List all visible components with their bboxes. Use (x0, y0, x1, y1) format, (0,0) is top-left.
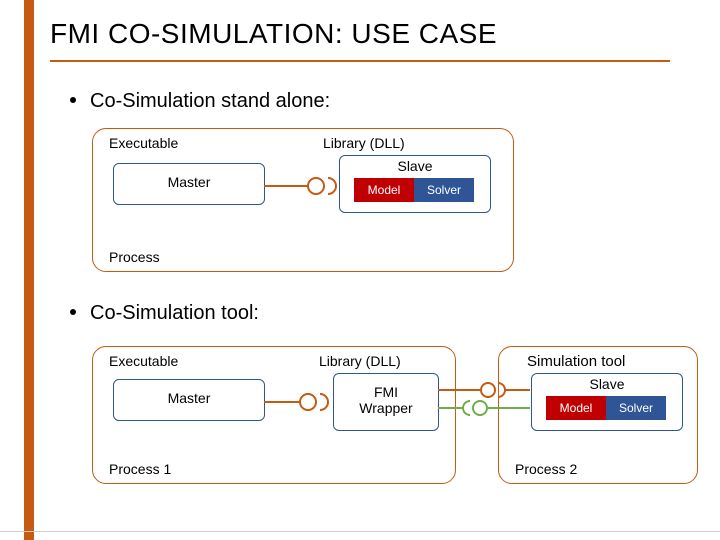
cell-solver: Solver (606, 396, 666, 420)
cell-model: Model (546, 396, 606, 420)
label-process2: Process 2 (515, 461, 577, 477)
slot-master: Master (113, 163, 265, 205)
row-model-solver: Model Solver (354, 178, 474, 202)
slot-slave-2: Slave Model Solver (531, 373, 683, 431)
cell-solver: Solver (414, 178, 474, 202)
label-library: Library (DLL) (319, 353, 401, 369)
bullet-dot (70, 309, 76, 315)
slot-fmi-wrapper: FMIWrapper (333, 373, 439, 431)
label-sim-tool: Simulation tool (527, 353, 625, 370)
side-accent-overlay (0, 0, 24, 540)
bullet-text: Co-Simulation stand alone: (90, 90, 330, 112)
slide: FMI CO-SIMULATION: USE CASE Co-Simulatio… (0, 0, 720, 540)
bullet-text: Co-Simulation tool: (90, 302, 259, 324)
label-slave: Slave (340, 158, 490, 174)
label-executable: Executable (109, 135, 178, 151)
label-master: Master (114, 174, 264, 190)
panel-process: Executable Library (DLL) Master Slave Mo… (92, 128, 514, 272)
label-master: Master (114, 390, 264, 406)
label-slave: Slave (532, 376, 682, 392)
bullet-standalone: Co-Simulation stand alone: (70, 90, 330, 113)
text-fmi-wrapper: FMIWrapper (359, 384, 412, 416)
label-fmi-wrapper: FMIWrapper (334, 384, 438, 416)
label-process: Process (109, 249, 160, 265)
bullet-dot (70, 97, 76, 103)
connector-2 (264, 392, 332, 408)
panel-process1: Executable Library (DLL) Master FMIWrapp… (92, 346, 456, 484)
connector-1 (264, 176, 340, 192)
slot-master: Master (113, 379, 265, 421)
label-process1: Process 1 (109, 461, 171, 477)
label-library: Library (DLL) (323, 135, 405, 151)
slide-title: FMI CO-SIMULATION: USE CASE (50, 18, 497, 50)
slot-slave: Slave Model Solver (339, 155, 491, 213)
connector-3 (438, 382, 530, 418)
row-model-solver: Model Solver (546, 396, 666, 420)
bullet-tool: Co-Simulation tool: (70, 302, 259, 325)
title-underline (50, 60, 670, 62)
bottom-rule (0, 531, 720, 532)
label-executable: Executable (109, 353, 178, 369)
cell-model: Model (354, 178, 414, 202)
